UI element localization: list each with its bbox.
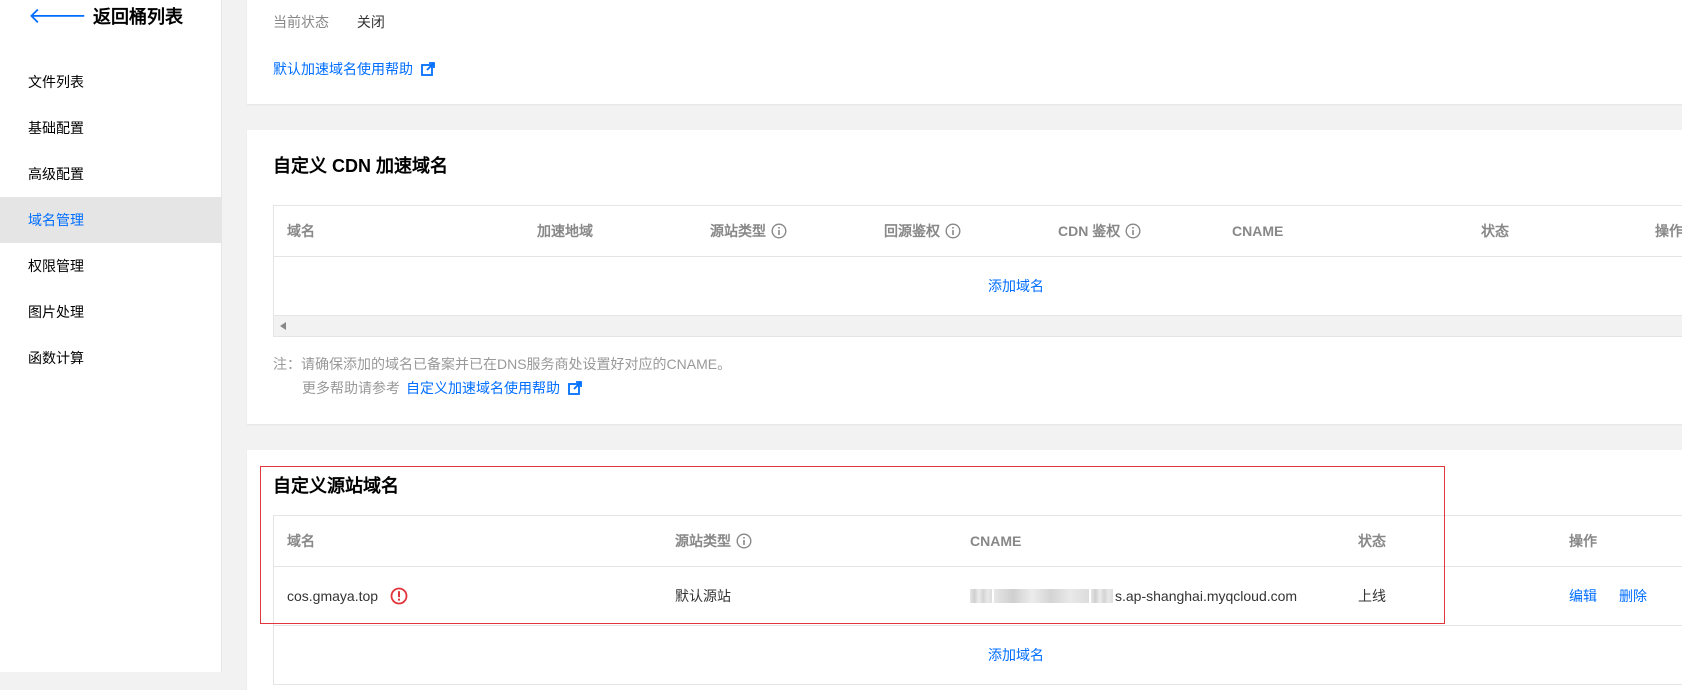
col-cname: CNAME [1232,223,1284,239]
col-origin-type: 源站类型 [710,206,787,256]
external-link-icon [421,62,435,76]
sidebar-item-file-list[interactable]: 文件列表 [0,59,221,105]
origin-add-domain-link[interactable]: 添加域名 [988,645,1044,665]
sidebar-item-basic-config[interactable]: 基础配置 [0,105,221,151]
redacted-blur [994,589,1089,603]
arrow-left-icon: 🡐 [28,3,87,28]
cdn-section-title: 自定义 CDN 加速域名 [273,156,448,176]
sidebar-item-function-compute[interactable]: 函数计算 [0,335,221,381]
edit-button[interactable]: 编辑 [1569,567,1597,625]
add-row: 添加域名 [274,626,1682,684]
sidebar-item-image-processing[interactable]: 图片处理 [0,289,221,335]
info-icon[interactable] [736,533,752,549]
current-status: 当前状态 关闭 [273,12,385,32]
col-actions: 操作 [1655,223,1682,239]
sidebar: 🡐 返回桶列表 文件列表 基础配置 高级配置 域名管理 权限管理 图片处理 函数… [0,0,222,672]
cdn-help-note: 更多帮助请参考 自定义加速域名使用帮助 [302,376,582,400]
horizontal-scrollbar[interactable] [274,315,1682,336]
add-row: 添加域名 [274,257,1682,315]
cdn-note: 注：请确保添加的域名已备案并已在DNS服务商处设置好对应的CNAME。 [273,356,732,372]
col-cdn-auth: CDN 鉴权 [1058,206,1141,256]
col-acceleration-region: 加速地域 [537,223,593,239]
back-label: 返回桶列表 [93,7,183,27]
domain-value: cos.gmaya.top [287,588,379,604]
back-to-bucket-list[interactable]: 🡐 返回桶列表 [28,4,183,28]
col-domain: 域名 [287,533,315,549]
scroll-left-icon[interactable] [280,322,286,330]
cdn-domain-card: 自定义 CDN 加速域名 域名 加速地域 源站类型 回源鉴权 CDN 鉴权 CN… [247,130,1682,424]
redacted-blur [970,589,992,603]
sidebar-item-domain-management[interactable]: 域名管理 [0,197,221,243]
default-domain-help-link[interactable]: 默认加速域名使用帮助 [273,59,435,79]
col-origin-type: 源站类型 [675,516,752,566]
actions-cell: 编辑 删除 [1569,567,1669,625]
cdn-domain-table: 域名 加速地域 源站类型 回源鉴权 CDN 鉴权 CNAME 状态 操作 添加域… [273,205,1682,337]
default-domain-card: 当前状态 关闭 默认加速域名使用帮助 [247,0,1682,104]
status-value: 关闭 [356,14,385,30]
warning-icon[interactable] [390,587,408,605]
cname-cell: s.ap-shanghai.myqcloud.com [970,567,1297,625]
cname-value: s.ap-shanghai.myqcloud.com [1115,588,1298,604]
origin-domain-card: 自定义源站域名 域名 源站类型 CNAME 状态 操作 cos.gmaya.to… [247,450,1682,690]
status-value: 上线 [1358,588,1386,604]
status-label: 当前状态 [273,14,329,30]
sidebar-item-advanced-config[interactable]: 高级配置 [0,151,221,197]
cdn-help-link[interactable]: 自定义加速域名使用帮助 [406,376,582,400]
origin-section-title: 自定义源站域名 [273,476,399,496]
col-status: 状态 [1358,533,1386,549]
delete-button[interactable]: 删除 [1619,567,1647,625]
col-domain: 域名 [287,223,315,239]
table-header: 域名 源站类型 CNAME 状态 操作 [274,516,1682,567]
col-actions: 操作 [1569,533,1597,549]
origin-domain-table: 域名 源站类型 CNAME 状态 操作 cos.gmaya.top 默认源站 s… [273,515,1682,685]
col-origin-auth: 回源鉴权 [884,206,961,256]
help-prefix: 更多帮助请参考 [302,380,400,396]
domain-cell: cos.gmaya.top [287,567,408,625]
info-icon[interactable] [1125,223,1141,239]
col-status: 状态 [1481,223,1509,239]
help-link-text: 自定义加速域名使用帮助 [406,380,560,396]
redacted-blur [1091,589,1113,603]
info-icon[interactable] [945,223,961,239]
table-row: cos.gmaya.top 默认源站 s.ap-shanghai.myqclou… [274,567,1682,626]
col-cname: CNAME [970,533,1022,549]
sidebar-item-permission-management[interactable]: 权限管理 [0,243,221,289]
info-icon[interactable] [771,223,787,239]
help-link-text: 默认加速域名使用帮助 [273,61,413,77]
table-header: 域名 加速地域 源站类型 回源鉴权 CDN 鉴权 CNAME 状态 操作 [274,206,1682,257]
cdn-add-domain-link[interactable]: 添加域名 [988,276,1044,296]
origin-type-value: 默认源站 [675,588,731,604]
external-link-icon [568,381,582,395]
